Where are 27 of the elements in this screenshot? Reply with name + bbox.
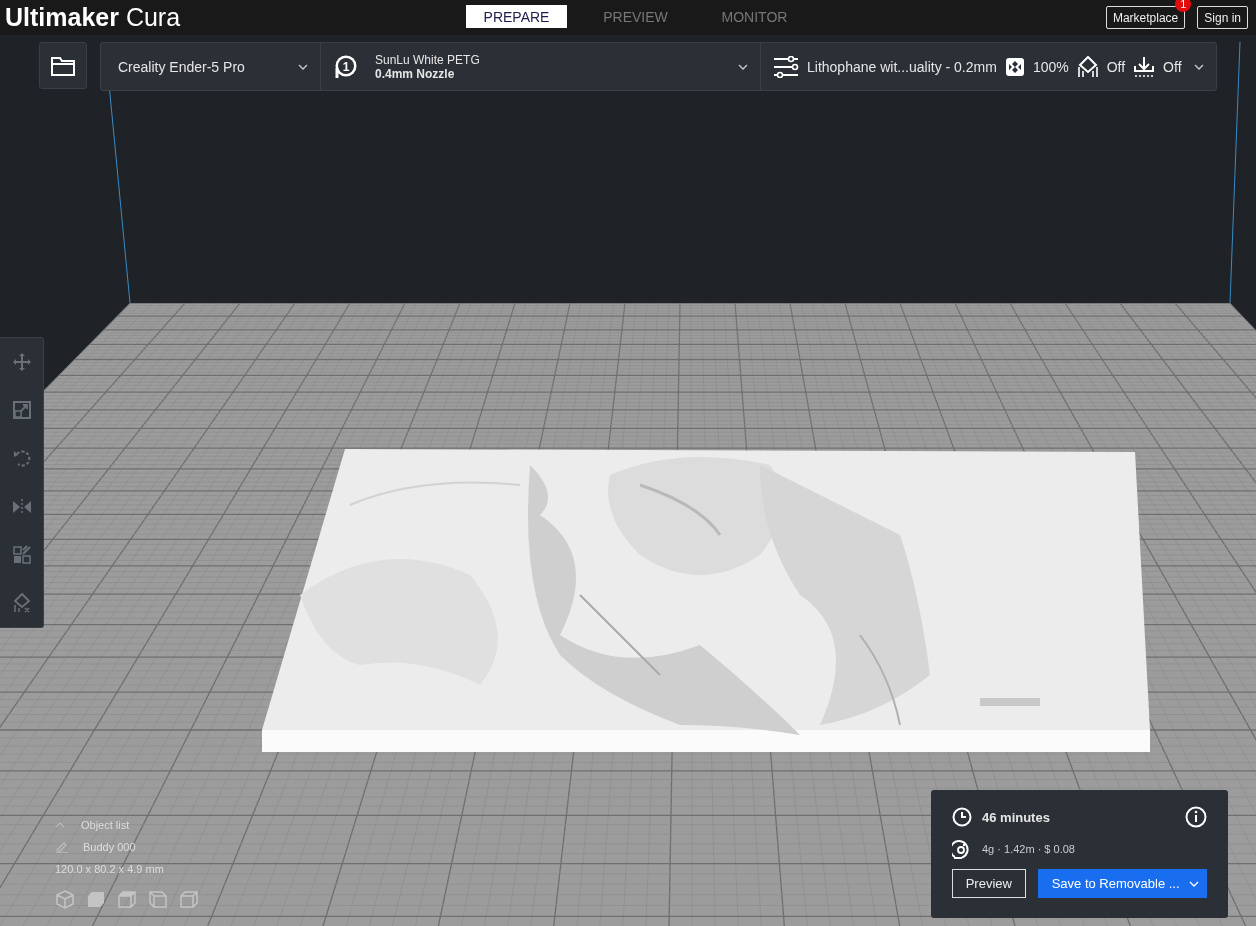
per-model-tool-button[interactable]: [10, 543, 33, 566]
preview-button[interactable]: Preview: [952, 869, 1026, 898]
view-left-button[interactable]: [148, 889, 168, 909]
object-name: Buddy 000: [83, 841, 136, 853]
header-button[interactable]: Sign in: [1197, 6, 1248, 29]
scale-tool-button[interactable]: [10, 399, 33, 422]
notification-badge: 1: [1175, 0, 1192, 12]
view-perspective-button[interactable]: [55, 889, 75, 909]
open-file-button[interactable]: [39, 42, 87, 89]
stage-tab[interactable]: MONITOR: [704, 5, 805, 28]
view-top-button[interactable]: [117, 889, 137, 909]
stage-tab[interactable]: PREVIEW: [585, 5, 686, 28]
material-usage: 4g · 1.42m · $ 0.08: [982, 843, 1075, 855]
pencil-icon: [55, 841, 69, 853]
print-time: 46 minutes: [982, 809, 1051, 825]
caret-up-icon[interactable]: [55, 822, 65, 828]
view-front-button[interactable]: [86, 889, 106, 909]
save-button[interactable]: Save to Removable ...: [1037, 869, 1207, 898]
info-icon[interactable]: [1185, 806, 1207, 828]
stage-tab[interactable]: PREPARE: [466, 5, 567, 28]
folder-icon: [51, 55, 75, 76]
object-dimensions: 120.0 x 80.2 x 4.9 mm: [55, 863, 165, 875]
spool-icon: [952, 839, 972, 859]
view-right-button[interactable]: [179, 889, 199, 909]
chevron-down-icon: [1189, 880, 1199, 887]
clock-icon: [952, 807, 972, 827]
app-title: Ultimaker Cura: [5, 3, 181, 32]
